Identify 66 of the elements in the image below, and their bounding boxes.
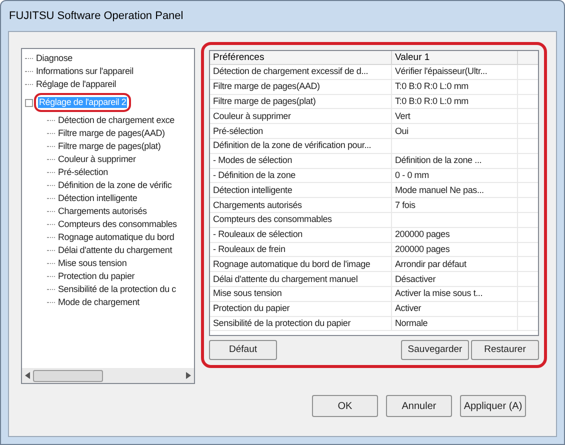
table-cell: - Définition de la zone <box>213 170 296 181</box>
window-title: FUJITSU Software Operation Panel <box>9 8 184 24</box>
table-cell: - Modes de sélection <box>213 155 292 166</box>
tree-item[interactable]: Pré-sélection <box>57 167 109 178</box>
table-cell: Pré-sélection <box>213 126 263 137</box>
table-cell: Définition de la zone de vérification pour... <box>213 140 372 152</box>
table-cell: Normale <box>395 318 428 329</box>
tree-item[interactable]: Détection de chargement exce <box>57 115 176 126</box>
table-cell: Oui <box>395 126 408 137</box>
table-cell: Rognage automatique du bord de l'image <box>213 258 370 270</box>
table-cell: Couleur à supprimer <box>213 110 291 122</box>
column-header[interactable]: Valeur 1 <box>392 51 518 64</box>
tree-item[interactable]: Protection du papier <box>57 271 136 282</box>
panel-button[interactable]: Restaurer <box>471 340 539 360</box>
tree-item[interactable]: Réglage de l'appareil <box>35 79 118 90</box>
tree-item[interactable]: Compteurs des consommables <box>57 219 178 230</box>
table-cell: 200000 pages <box>395 244 450 255</box>
scroll-right-icon[interactable] <box>186 372 191 379</box>
tree-item[interactable]: Chargements autorisés <box>57 206 148 217</box>
table-cell: 0 - 0 mm <box>395 170 429 181</box>
table-cell: Mise sous tension <box>213 288 282 300</box>
collapse-icon[interactable] <box>25 98 33 106</box>
table-cell: Mode manuel Ne pas... <box>395 184 484 196</box>
tree-item[interactable]: Délai d'attente du chargement <box>57 245 173 256</box>
tree-item[interactable]: Informations sur l'appareil <box>35 66 134 77</box>
table-cell: Activer <box>395 303 422 314</box>
table-cell: Sensibilité de la protection du papier <box>213 318 350 329</box>
table-cell: Filtre marge de pages(plat) <box>213 96 316 107</box>
table-cell: - Rouleaux de frein <box>213 244 286 255</box>
table-cell: T:0 B:0 R:0 L:0 mm <box>395 81 468 92</box>
dialog-button[interactable]: OK <box>312 395 378 417</box>
scroll-left-icon[interactable] <box>25 372 30 379</box>
dialog-button[interactable]: Annuler <box>386 395 452 417</box>
tree-item[interactable]: Couleur à supprimer <box>57 154 137 165</box>
scrollbar-thumb[interactable] <box>33 370 103 382</box>
table-cell: Compteurs des consommables <box>213 214 332 226</box>
column-header[interactable]: Préférences <box>210 51 392 64</box>
table-cell: Délai d'attente du chargement manuel <box>213 274 358 285</box>
tree-item[interactable]: Diagnose <box>35 53 74 64</box>
table-cell: Désactiver <box>395 274 436 285</box>
table-cell: Activer la mise sous t... <box>395 288 483 300</box>
table-cell: T:0 B:0 R:0 L:0 mm <box>395 96 468 107</box>
horizontal-scrollbar[interactable] <box>22 368 194 383</box>
table-cell: Vérifier l'épaisseur(Ultr... <box>395 66 488 78</box>
table-cell: Filtre marge de pages(AAD) <box>213 81 320 92</box>
tree-item[interactable]: Détection intelligente <box>57 193 138 204</box>
table-cell: Protection du papier <box>213 303 290 314</box>
table-cell: - Rouleaux de sélection <box>213 229 302 240</box>
panel-button[interactable]: Sauvegarder <box>401 340 469 360</box>
tree-item[interactable]: Définition de la zone de vérific <box>57 180 173 191</box>
table-cell: 200000 pages <box>395 229 450 240</box>
table-cell: Détection intelligente <box>213 184 292 196</box>
table-cell: 7 fois <box>395 200 416 211</box>
table-cell: Détection de chargement excessif de d... <box>213 66 368 78</box>
panel-button[interactable]: Défaut <box>209 340 277 360</box>
tree-item[interactable]: Rognage automatique du bord <box>57 232 176 243</box>
table-cell: Vert <box>395 110 410 122</box>
tree-item[interactable]: Filtre marge de pages(plat) <box>57 141 162 152</box>
tree-item[interactable]: Filtre marge de pages(AAD) <box>57 128 166 139</box>
dialog-button[interactable]: Appliquer (A) <box>460 395 526 417</box>
tree-item[interactable]: Mise sous tension <box>57 258 128 269</box>
table-cell: Arrondir par défaut <box>395 258 466 270</box>
table-cell: Chargements autorisés <box>213 200 302 211</box>
tree-item[interactable]: Mode de chargement <box>57 297 140 308</box>
tree-item[interactable]: Sensibilité de la protection du c <box>57 284 177 295</box>
table-cell: Définition de la zone ... <box>395 155 482 166</box>
